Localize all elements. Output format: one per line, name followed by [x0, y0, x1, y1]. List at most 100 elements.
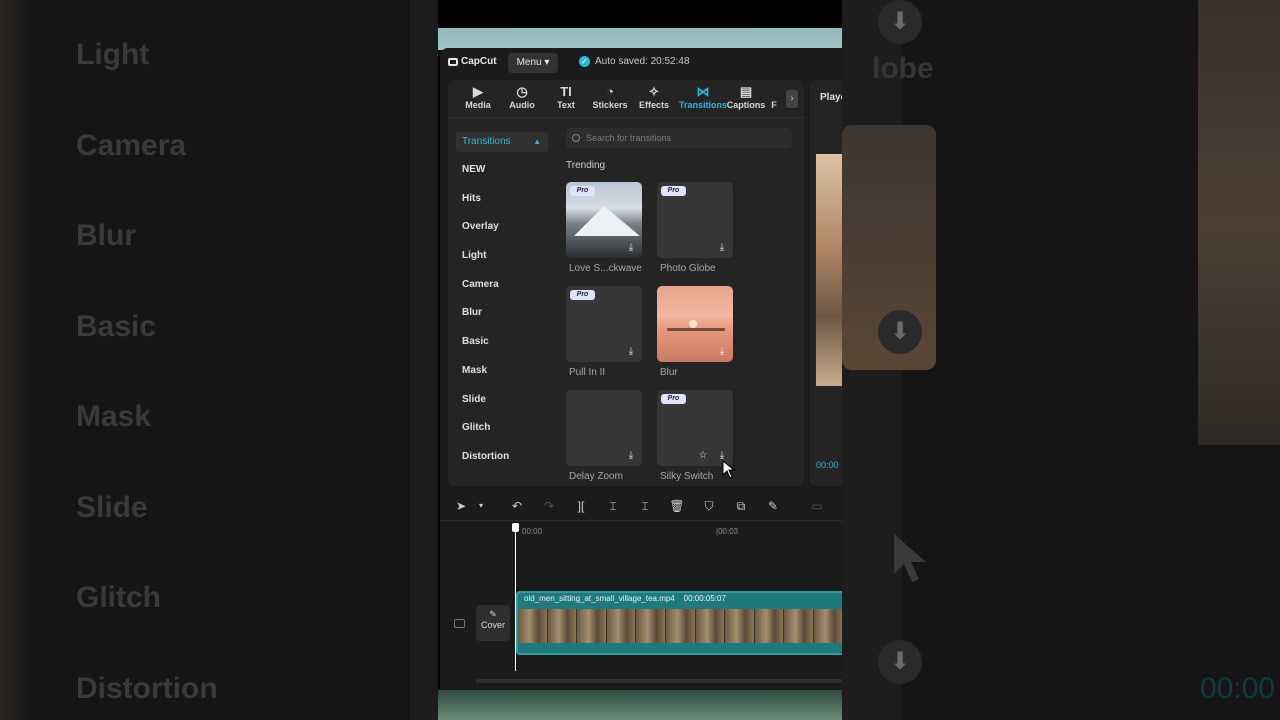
category-item[interactable]: NEW — [462, 164, 509, 193]
transition-label: Blur — [660, 367, 678, 378]
sun-shape — [689, 320, 697, 328]
background-category: Glitch — [76, 581, 162, 614]
transition-card[interactable]: Pro ⤓ — [657, 182, 733, 258]
more-tools-icon[interactable]: ▭ — [808, 498, 826, 514]
transition-label: Love S...ckwave — [569, 263, 642, 274]
split-right-icon[interactable]: ⌶ — [636, 498, 654, 514]
shield-icon[interactable]: ⛉ — [700, 498, 718, 514]
cover-button[interactable]: ✎ Cover — [476, 605, 510, 641]
autosave-status: ✓ Auto saved: 20:52:48 — [579, 56, 690, 67]
transition-card[interactable]: Pro ☆ ⤓ — [657, 390, 733, 466]
tab-transitions[interactable]: ⋈ Transitions — [678, 84, 728, 110]
menu-button[interactable]: Menu ▾ — [508, 53, 558, 73]
chevron-right-icon[interactable]: › — [786, 90, 798, 108]
mountain-peak — [574, 206, 640, 236]
clip-frame — [606, 609, 637, 643]
clip-frame — [754, 609, 785, 643]
clip-duration: 00:00:05:07 — [683, 594, 726, 603]
timeline-toolbar: ➤ ▾ ↶ ↷ ][ ⌶ ⌶ 🗑 ⛉ ⧉ ✎ ▭ — [440, 492, 842, 520]
category-item[interactable]: Glitch — [462, 422, 509, 451]
stickers-icon: ◔ — [606, 84, 614, 99]
tab-stickers[interactable]: ◔ Stickers — [588, 84, 632, 110]
download-icon[interactable]: ⤓ — [716, 346, 728, 358]
tab-audio[interactable]: ◷ Audio — [500, 84, 544, 110]
split-left-icon[interactable]: ⌶ — [604, 498, 622, 514]
background-edge — [0, 0, 30, 720]
transitions-icon: ⋈ — [696, 84, 710, 99]
clip-frame — [518, 609, 548, 643]
tab-media[interactable]: ▶ Media — [456, 84, 500, 110]
background-left-blur: Light Camera Blur Basic Mask Slide Glitch Disto… — [0, 0, 438, 720]
category-item[interactable]: Overlay — [462, 221, 509, 250]
transition-label: Silky Switch — [660, 471, 714, 482]
video-clip[interactable]: old_men_sitting_at_small_village_tea.mp4… — [516, 591, 842, 655]
clip-frame — [725, 609, 755, 643]
auto-edit-icon[interactable]: ✎ — [764, 498, 782, 514]
menu-label: Menu — [516, 57, 542, 68]
window-backdrop — [438, 28, 842, 50]
background-timecode: 00:00 — [1200, 672, 1276, 705]
section-title: Trending — [566, 160, 606, 171]
clip-frame — [695, 609, 726, 643]
timecode-start: 00:00 — [522, 527, 543, 536]
search-input[interactable]: Search for transitions — [566, 128, 792, 148]
pro-badge: Pro — [570, 290, 595, 300]
player-label: Player — [820, 92, 842, 103]
clip-frame — [784, 609, 814, 643]
transition-card[interactable]: ⤓ — [566, 390, 642, 466]
tab-f[interactable]: F — [768, 84, 780, 110]
transition-card[interactable]: Pro ⤓ — [566, 286, 642, 362]
category-item[interactable]: Hits — [462, 193, 509, 222]
clip-frame — [665, 609, 696, 643]
tab-captions[interactable]: ▤ Captions — [724, 84, 768, 110]
redo-icon[interactable]: ↷ — [540, 498, 558, 514]
cover-label: Cover — [480, 620, 505, 630]
category-item[interactable]: Mask — [462, 365, 509, 394]
category-item[interactable]: Slide — [462, 394, 509, 423]
download-icon[interactable]: ⤓ — [625, 346, 637, 358]
category-item[interactable]: Light — [462, 250, 509, 279]
clip-name: old_men_sitting_at_small_village_tea.mp4 — [524, 594, 675, 603]
category-item[interactable]: Basic — [462, 336, 509, 365]
tab-text[interactable]: TI Text — [544, 84, 588, 110]
background-category: Camera — [76, 128, 187, 162]
transition-label: Delay Zoom — [569, 471, 623, 482]
favorite-icon[interactable]: ☆ — [697, 450, 709, 462]
background-category: Blur — [76, 219, 136, 252]
download-icon[interactable]: ⤓ — [625, 450, 637, 462]
download-icon[interactable]: ⤓ — [716, 242, 728, 254]
clip-thumbnails — [518, 609, 842, 643]
category-item[interactable]: Blur — [462, 307, 509, 336]
timeline-scrollbar[interactable] — [476, 679, 842, 683]
chevron-down-icon[interactable]: ▾ — [472, 498, 490, 514]
category-header-label: Transitions — [462, 136, 511, 147]
search-icon — [572, 134, 580, 142]
playhead-handle[interactable] — [512, 523, 519, 532]
tab-label: F — [771, 100, 777, 110]
undo-icon[interactable]: ↶ — [508, 498, 526, 514]
category-item[interactable]: Camera — [462, 279, 509, 308]
download-icon[interactable]: ⤓ — [625, 242, 637, 254]
select-tool-icon[interactable]: ➤ — [452, 498, 470, 514]
player-panel: Player 00:00 — [810, 80, 842, 486]
category-header[interactable]: Transitions ▲ — [456, 132, 548, 152]
split-icon[interactable]: ][ — [572, 498, 590, 514]
tab-effects[interactable]: ✧ Effects — [632, 84, 676, 110]
timeline[interactable]: 00:00 |00:03 ✎ Cover old_men_sitting_at_… — [440, 520, 842, 690]
background-category-list: Light Camera Blur Basic Mask Slide Glitch Disto… — [76, 30, 218, 720]
media-icon: ▶ — [473, 84, 483, 99]
crop-icon[interactable]: ⧉ — [732, 498, 750, 514]
background-category: Light — [76, 38, 150, 71]
transition-card[interactable]: Pro ⤓ — [566, 182, 642, 258]
player-timecode: 00:00 — [816, 460, 839, 470]
tab-label: Stickers — [592, 100, 628, 110]
delete-icon[interactable]: 🗑 — [668, 498, 686, 514]
player-preview — [816, 154, 842, 386]
transition-card[interactable]: ⤓ — [657, 286, 733, 362]
filters-icon — [768, 84, 780, 100]
clip-info: old_men_sitting_at_small_village_tea.mp4… — [524, 594, 726, 603]
category-item[interactable]: Distortion — [462, 451, 509, 480]
clip-frame — [636, 609, 666, 643]
pro-badge: Pro — [661, 394, 686, 404]
capcut-window: CapCut Menu ▾ ✓ Auto saved: 20:52:48 ▶ Me… — [440, 48, 842, 690]
